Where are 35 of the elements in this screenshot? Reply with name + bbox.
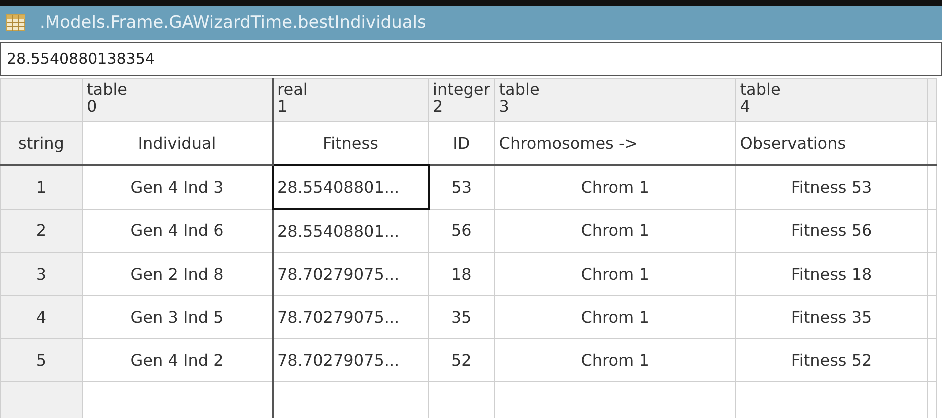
table-cell[interactable]: Fitness 18 bbox=[736, 252, 928, 296]
table-cell[interactable]: 18 bbox=[428, 252, 495, 296]
row-number[interactable]: 1 bbox=[0, 165, 82, 209]
table-cell[interactable]: 78.70279075... bbox=[272, 338, 428, 382]
table-cell[interactable]: Fitness 53 bbox=[736, 165, 928, 209]
table-cell[interactable]: 28.55408801... bbox=[272, 165, 428, 209]
table-cell[interactable]: Chrom 1 bbox=[494, 252, 736, 296]
row-number[interactable]: 2 bbox=[0, 209, 82, 252]
window-title: .Models.Frame.GAWizardTime.bestIndividuals bbox=[40, 13, 426, 33]
column-header[interactable]: table 3 bbox=[494, 78, 736, 122]
table-cell[interactable]: Fitness 52 bbox=[736, 338, 928, 382]
table-cell[interactable]: 28.55408801... bbox=[272, 209, 428, 252]
row-number[interactable]: 4 bbox=[0, 296, 82, 338]
table-cell[interactable]: 78.70279075... bbox=[272, 252, 428, 296]
column-header[interactable]: integer 2 bbox=[428, 78, 495, 122]
table-cell[interactable]: 52 bbox=[428, 338, 495, 382]
table-cell[interactable]: 56 bbox=[428, 209, 495, 252]
table-cell[interactable]: 35 bbox=[428, 296, 495, 338]
row-number[interactable]: 5 bbox=[0, 338, 82, 382]
column-name[interactable]: Fitness bbox=[272, 122, 428, 165]
table-cell[interactable]: Chrom 1 bbox=[494, 165, 736, 209]
table-cell[interactable]: Chrom 1 bbox=[494, 209, 736, 252]
column-header[interactable]: table 0 bbox=[82, 78, 272, 122]
column-header[interactable]: table 4 bbox=[736, 78, 928, 122]
table-cell[interactable]: Chrom 1 bbox=[494, 338, 736, 382]
table-cell[interactable]: Chrom 1 bbox=[494, 296, 736, 338]
table-cell[interactable]: 53 bbox=[428, 165, 495, 209]
table-cell[interactable]: 78.70279075... bbox=[272, 296, 428, 338]
column-header[interactable]: real 1 bbox=[272, 78, 428, 122]
row-header-label: string bbox=[0, 122, 82, 165]
row-number[interactable]: 3 bbox=[0, 252, 82, 296]
table-cell[interactable]: Fitness 35 bbox=[736, 296, 928, 338]
value-field[interactable]: 28.5540880138354 bbox=[0, 42, 942, 76]
grid-icon bbox=[6, 14, 26, 32]
table-cell[interactable]: Fitness 56 bbox=[736, 209, 928, 252]
